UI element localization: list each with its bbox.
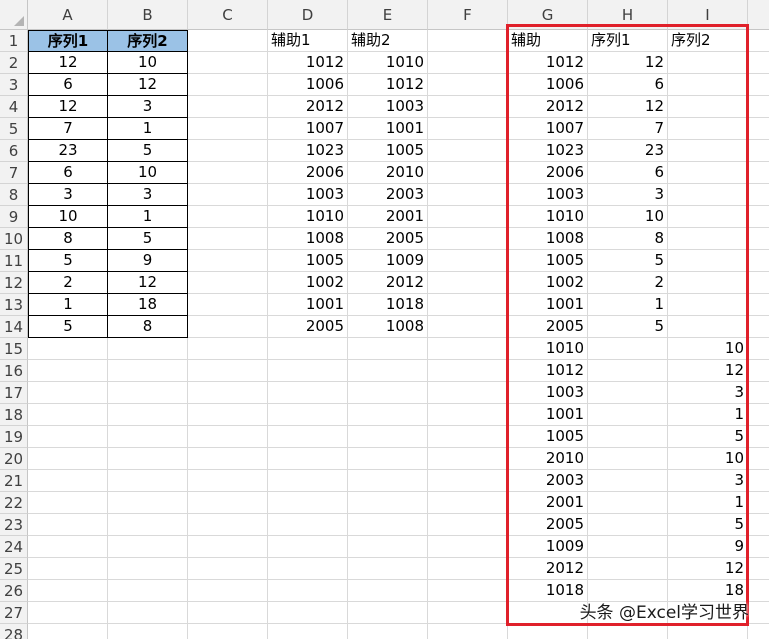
table2-cell[interactable]: 1023 [268,140,348,162]
row-header-22[interactable]: 22 [0,492,28,514]
row-header-12[interactable]: 12 [0,272,28,294]
table2-header-cell[interactable]: 辅助1 [268,30,348,52]
table2-header-cell[interactable]: 辅助2 [348,30,428,52]
watermark: 头条 @Excel学习世界 [579,603,749,623]
row-header-19[interactable]: 19 [0,426,28,448]
row-header-11[interactable]: 11 [0,250,28,272]
table1-cell[interactable]: 1 [28,294,108,316]
select-all-triangle-icon [14,16,24,26]
column-header-a[interactable]: A [28,0,108,30]
table1-cell[interactable]: 5 [28,316,108,338]
table1-cell[interactable]: 2 [28,272,108,294]
row-header-6[interactable]: 6 [0,140,28,162]
table2-cell[interactable]: 1006 [268,74,348,96]
table1-header-cell[interactable]: 序列1 [28,30,108,52]
row-header-2[interactable]: 2 [0,52,28,74]
table1-cell[interactable]: 3 [108,184,188,206]
highlight-box [506,24,749,626]
row-header-1[interactable]: 1 [0,30,28,52]
row-header-15[interactable]: 15 [0,338,28,360]
table2-cell[interactable]: 1001 [348,118,428,140]
table2-cell[interactable]: 1010 [348,52,428,74]
row-header-20[interactable]: 20 [0,448,28,470]
row-header-7[interactable]: 7 [0,162,28,184]
table2-cell[interactable]: 1003 [348,96,428,118]
row-header-27[interactable]: 27 [0,602,28,624]
column-header-d[interactable]: D [268,0,348,30]
table1-cell[interactable]: 8 [28,228,108,250]
select-all-corner[interactable] [0,0,28,30]
table2-cell[interactable]: 1009 [348,250,428,272]
column-header-c[interactable]: C [188,0,268,30]
row-header-8[interactable]: 8 [0,184,28,206]
row-header-21[interactable]: 21 [0,470,28,492]
table1-cell[interactable]: 10 [108,52,188,74]
row-header-4[interactable]: 4 [0,96,28,118]
table2-cell[interactable]: 1008 [348,316,428,338]
table1-cell[interactable]: 10 [28,206,108,228]
row-header-23[interactable]: 23 [0,514,28,536]
row-header-13[interactable]: 13 [0,294,28,316]
row-header-28[interactable]: 28 [0,624,28,639]
table2-cell[interactable]: 2005 [348,228,428,250]
table2-cell[interactable]: 2005 [268,316,348,338]
table1-cell[interactable]: 1 [108,206,188,228]
table2-cell[interactable]: 2001 [348,206,428,228]
table2-cell[interactable]: 1008 [268,228,348,250]
table1-cell[interactable]: 9 [108,250,188,272]
table2-cell[interactable]: 1007 [268,118,348,140]
row-header-24[interactable]: 24 [0,536,28,558]
table1-cell[interactable]: 6 [28,162,108,184]
row-header-9[interactable]: 9 [0,206,28,228]
column-header-e[interactable]: E [348,0,428,30]
table1-cell[interactable]: 3 [28,184,108,206]
table1-cell[interactable]: 12 [108,272,188,294]
table2-cell[interactable]: 2012 [268,96,348,118]
table2-cell[interactable]: 2012 [348,272,428,294]
table2-cell[interactable]: 1012 [348,74,428,96]
table1-cell[interactable]: 8 [108,316,188,338]
row-header-26[interactable]: 26 [0,580,28,602]
row-header-17[interactable]: 17 [0,382,28,404]
column-header-f[interactable]: F [428,0,508,30]
table2-cell[interactable]: 2003 [348,184,428,206]
table1-cell[interactable]: 7 [28,118,108,140]
table1-header-cell[interactable]: 序列2 [108,30,188,52]
row-header-14[interactable]: 14 [0,316,28,338]
table1-cell[interactable]: 1 [108,118,188,140]
table1-cell[interactable]: 12 [108,74,188,96]
table2-cell[interactable]: 1005 [268,250,348,272]
table2-cell[interactable]: 1003 [268,184,348,206]
table1-cell[interactable]: 3 [108,96,188,118]
row-header-16[interactable]: 16 [0,360,28,382]
table1-cell[interactable]: 5 [108,140,188,162]
table2-cell[interactable]: 1002 [268,272,348,294]
table1-cell[interactable]: 5 [28,250,108,272]
table2-cell[interactable]: 1010 [268,206,348,228]
table2-cell[interactable]: 1005 [348,140,428,162]
table2-cell[interactable]: 2006 [268,162,348,184]
table2-cell[interactable]: 1012 [268,52,348,74]
column-header-b[interactable]: B [108,0,188,30]
table2-cell[interactable]: 1001 [268,294,348,316]
row-header-3[interactable]: 3 [0,74,28,96]
table1-cell[interactable]: 23 [28,140,108,162]
row-header-18[interactable]: 18 [0,404,28,426]
row-header-5[interactable]: 5 [0,118,28,140]
table1-cell[interactable]: 10 [108,162,188,184]
table1-cell[interactable]: 18 [108,294,188,316]
table1-cell[interactable]: 12 [28,52,108,74]
row-header-10[interactable]: 10 [0,228,28,250]
table1-cell[interactable]: 5 [108,228,188,250]
table1-cell[interactable]: 12 [28,96,108,118]
column-header-j[interactable] [748,0,769,30]
row-header-25[interactable]: 25 [0,558,28,580]
table2-cell[interactable]: 2010 [348,162,428,184]
table1-cell[interactable]: 6 [28,74,108,96]
table2-cell[interactable]: 1018 [348,294,428,316]
